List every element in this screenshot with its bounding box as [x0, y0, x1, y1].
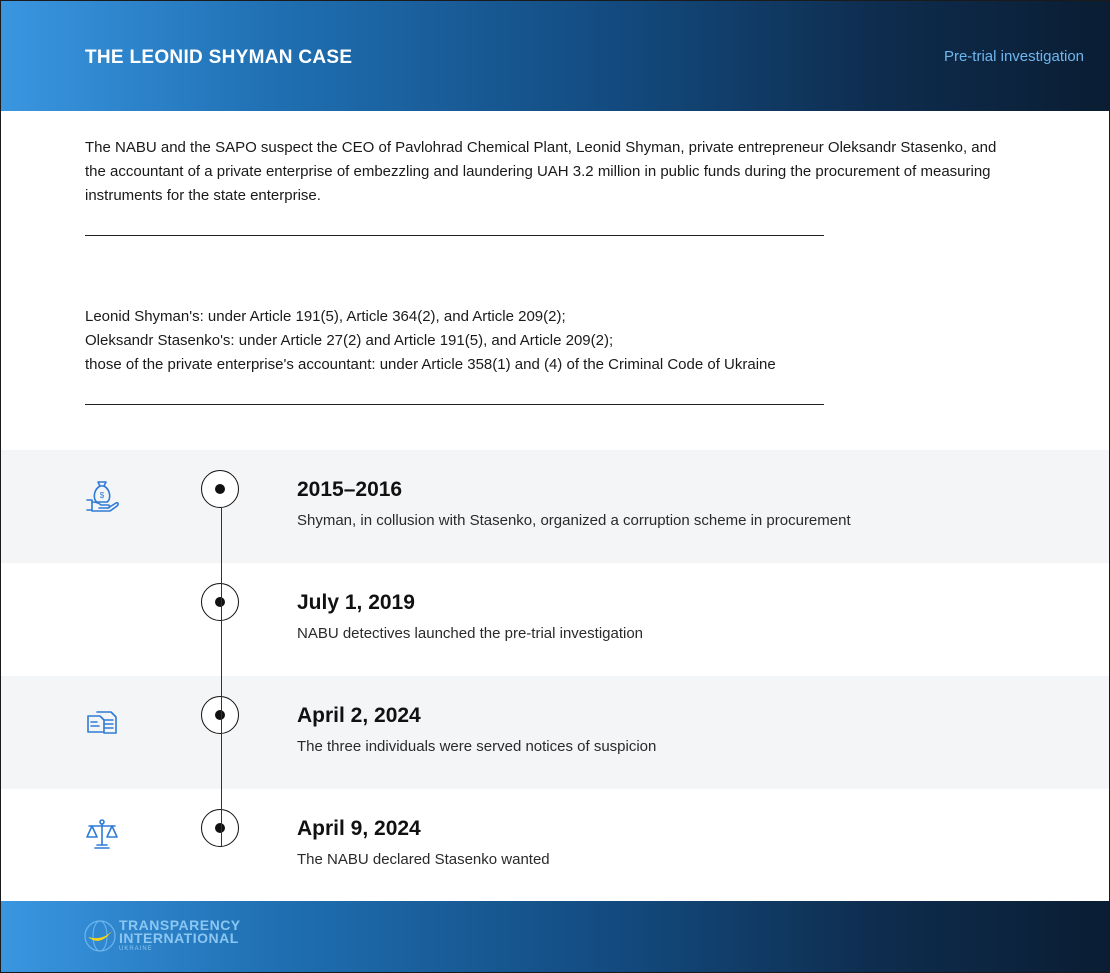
timeline: $ 2015–2016 Shyman, in collusion with St… — [1, 450, 1109, 902]
case-stage-label: Pre-trial investigation — [943, 48, 1084, 65]
event-date: April 9, 2024 — [297, 817, 421, 840]
documents-icon — [87, 711, 117, 734]
case-card: THE LEONID SHYMAN CASE Pre-trial investi… — [0, 0, 1110, 973]
timeline-node — [201, 583, 239, 621]
timeline-node — [201, 470, 239, 508]
event-date: April 2, 2024 — [297, 704, 421, 727]
logo-subtitle: UKRAINE — [119, 946, 153, 952]
footer-banner: TRANSPARENCY INTERNATIONAL UKRAINE — [1, 901, 1109, 972]
charges-list: Leonid Shyman's: under Article 191(5), A… — [85, 305, 1005, 377]
logo-line: INTERNATIONAL — [119, 930, 239, 946]
divider — [85, 235, 824, 236]
event-description: Shyman, in collusion with Stasenko, orga… — [297, 512, 851, 529]
timeline-node — [201, 696, 239, 734]
event-date: 2015–2016 — [297, 478, 403, 501]
transparency-international-logo: TRANSPARENCY INTERNATIONAL UKRAINE — [83, 918, 243, 955]
globe-icon — [84, 920, 116, 952]
event-date: July 1, 2019 — [297, 591, 415, 614]
timeline-event: April 9, 2024 The NABU declared Stasenko… — [1, 789, 1109, 902]
charge-item: Oleksandr Stasenko's: under Article 27(2… — [85, 332, 614, 349]
timeline-event: $ 2015–2016 Shyman, in collusion with St… — [1, 450, 1109, 563]
event-description: The three individuals were served notice… — [297, 738, 657, 755]
logo-wordmark: TRANSPARENCY INTERNATIONAL — [119, 918, 241, 946]
scales-icon — [86, 819, 118, 849]
page-title: THE LEONID SHYMAN CASE — [85, 47, 353, 68]
case-summary: The NABU and the SAPO suspect the CEO of… — [85, 139, 997, 204]
svg-text:$: $ — [100, 491, 105, 500]
charge-item: Leonid Shyman's: under Article 191(5), A… — [85, 308, 566, 325]
event-description: The NABU declared Stasenko wanted — [297, 851, 550, 868]
charge-item: those of the private enterprise's accoun… — [85, 356, 776, 373]
event-description: NABU detectives launched the pre-trial i… — [297, 625, 644, 642]
divider — [85, 404, 824, 405]
timeline-event: July 1, 2019 NABU detectives launched th… — [1, 563, 1109, 676]
timeline-event: April 2, 2024 The three individuals were… — [1, 676, 1109, 789]
timeline-connector — [221, 508, 222, 847]
header-banner: THE LEONID SHYMAN CASE Pre-trial investi… — [1, 1, 1109, 111]
money-bag-hand-icon: $ — [86, 481, 119, 512]
timeline-node — [201, 809, 239, 847]
